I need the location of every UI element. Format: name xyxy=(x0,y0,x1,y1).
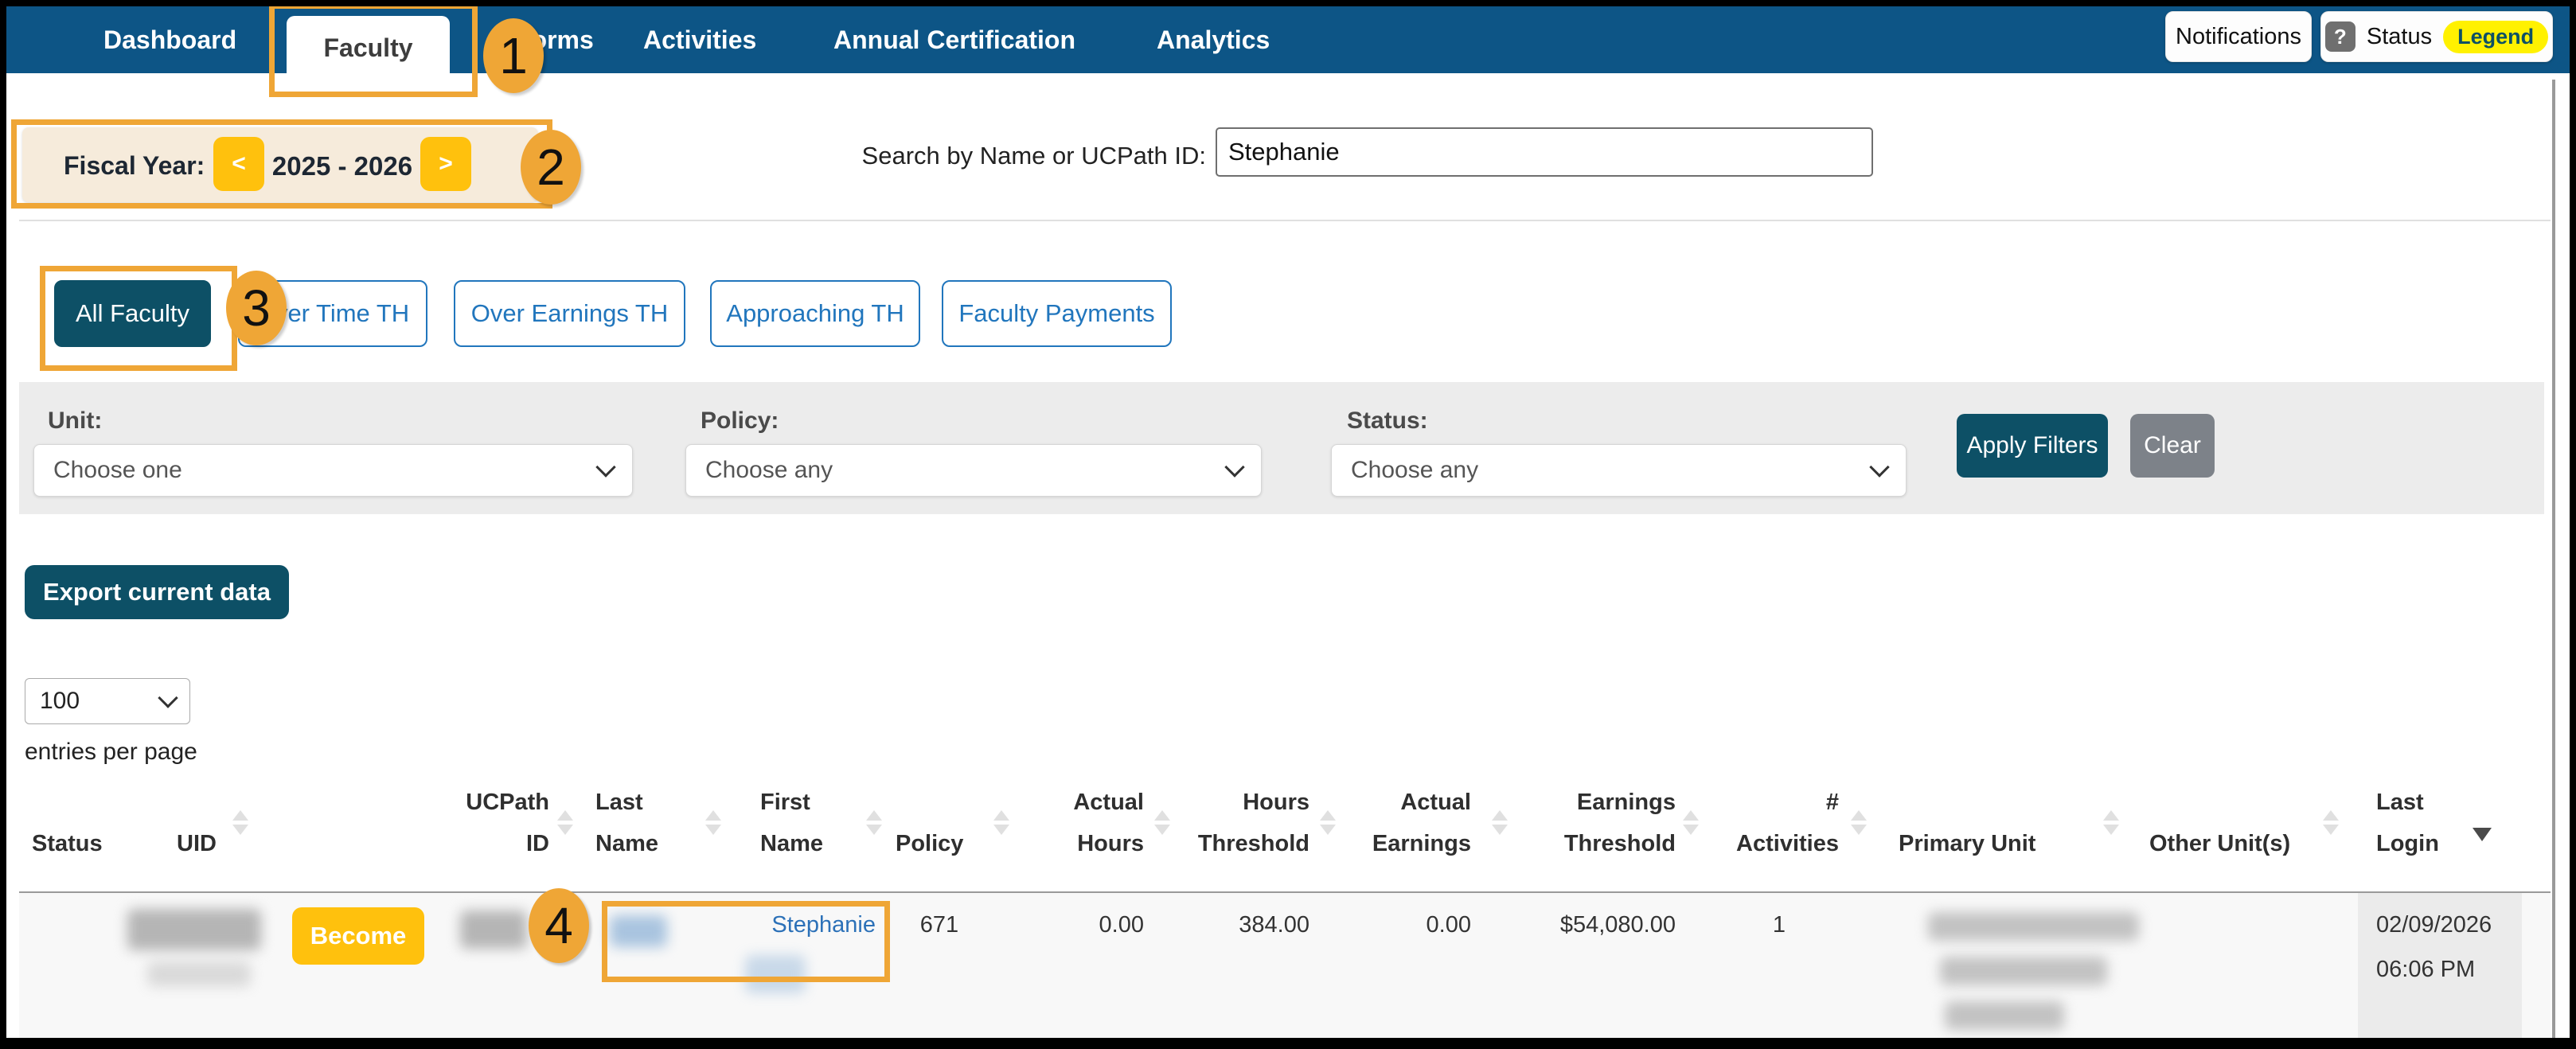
clear-filters-button[interactable]: Clear xyxy=(2130,414,2215,478)
frame-left xyxy=(0,0,6,1049)
last-login-date: 02/09/2026 xyxy=(2376,912,2492,938)
last-login-time: 06:06 PM xyxy=(2376,957,2475,983)
column-header-actual-hours[interactable]: Actual Hours xyxy=(1035,782,1144,864)
page-size-value: 100 xyxy=(40,688,80,715)
policy-filter-value: Choose any xyxy=(705,457,833,484)
app-window: Dashboard Forms Activities Annual Certif… xyxy=(0,0,2576,1049)
policy-filter-select[interactable]: Choose any xyxy=(685,444,1262,497)
search-label: Search by Name or UCPath ID: xyxy=(812,142,1206,170)
column-header-primary-unit[interactable]: Primary Unit xyxy=(1899,782,2074,864)
annotation-box-2 xyxy=(11,119,552,209)
status-filter-label: Status: xyxy=(1347,408,1428,435)
question-mark-icon: ? xyxy=(2325,21,2355,52)
sort-icon[interactable] xyxy=(1154,810,1170,835)
become-button[interactable]: Become xyxy=(292,907,424,965)
sort-icon[interactable] xyxy=(866,810,882,835)
nav-item-dashboard[interactable]: Dashboard xyxy=(103,6,236,73)
column-header-hours-threshold[interactable]: Hours Threshold xyxy=(1158,782,1309,864)
ucpath-id-redacted xyxy=(460,911,527,949)
annotation-badge-2: 2 xyxy=(521,130,581,205)
chevron-down-icon xyxy=(158,688,178,708)
notifications-label: Notifications xyxy=(2176,24,2301,50)
policy-filter-label: Policy: xyxy=(701,408,779,435)
nav-item-activities[interactable]: Activities xyxy=(643,6,756,73)
chevron-down-icon xyxy=(1224,457,1244,477)
search-input[interactable] xyxy=(1216,127,1873,177)
hours-threshold-cell: 384.00 xyxy=(1158,912,1309,938)
policy-cell: 671 xyxy=(896,912,983,938)
nav-item-annual-certification[interactable]: Annual Certification xyxy=(833,6,1075,73)
chevron-down-icon xyxy=(1869,457,1889,477)
legend-badge: Legend xyxy=(2443,21,2548,53)
sort-icon[interactable] xyxy=(232,810,248,835)
column-header-policy[interactable]: Policy xyxy=(896,782,983,864)
column-header-first-name[interactable]: First Name xyxy=(760,782,856,864)
status-label: Status xyxy=(2367,24,2432,50)
column-header-actual-earnings[interactable]: Actual Earnings xyxy=(1337,782,1471,864)
export-current-data-button[interactable]: Export current data xyxy=(25,565,289,619)
column-header-last-login[interactable]: Last Login xyxy=(2376,782,2472,864)
uid-redacted-secondary xyxy=(147,961,251,987)
unit-filter-label: Unit: xyxy=(48,408,102,435)
primary-unit-redacted-line1 xyxy=(1928,912,2139,941)
sort-icon[interactable] xyxy=(1320,810,1336,835)
unit-filter-value: Choose one xyxy=(53,457,182,484)
status-legend-button[interactable]: ? Status Legend xyxy=(2320,11,2553,62)
primary-unit-redacted-line2 xyxy=(1940,957,2107,985)
tab-over-earnings-th[interactable]: Over Earnings TH xyxy=(454,280,685,347)
annotation-badge-3: 3 xyxy=(226,271,287,345)
annotation-badge-4: 4 xyxy=(529,888,589,963)
annotation-badge-1: 1 xyxy=(483,18,544,93)
tab-faculty-payments[interactable]: Faculty Payments xyxy=(942,280,1172,347)
activities-count-cell: 1 xyxy=(1719,912,1839,938)
vertical-scrollbar[interactable] xyxy=(2552,80,2555,1038)
annotation-box-3 xyxy=(40,266,237,371)
sort-icon[interactable] xyxy=(2323,810,2339,835)
tab-approaching-th[interactable]: Approaching TH xyxy=(710,280,920,347)
actual-hours-cell: 0.00 xyxy=(1035,912,1144,938)
column-header-ucpath-id[interactable]: UCPath ID xyxy=(454,782,549,864)
annotation-box-4 xyxy=(602,901,890,982)
column-header-earnings-threshold[interactable]: Earnings Threshold xyxy=(1516,782,1676,864)
annotation-box-1 xyxy=(269,3,478,97)
column-header-last-name[interactable]: Last Name xyxy=(595,782,695,864)
sort-desc-icon[interactable] xyxy=(2473,828,2492,841)
notifications-button[interactable]: Notifications xyxy=(2165,11,2312,62)
frame-top xyxy=(0,0,2576,6)
frame-right xyxy=(2570,0,2576,1049)
sort-icon[interactable] xyxy=(1683,810,1699,835)
page-size-select[interactable]: 100 xyxy=(25,678,190,724)
primary-unit-redacted-line3 xyxy=(1945,1001,2064,1030)
status-filter-select[interactable]: Choose any xyxy=(1331,444,1907,497)
status-filter-value: Choose any xyxy=(1351,457,1478,484)
apply-filters-button[interactable]: Apply Filters xyxy=(1957,414,2108,478)
column-header-status: Status xyxy=(32,782,127,864)
frame-bottom xyxy=(0,1038,2576,1049)
uid-redacted xyxy=(127,909,261,950)
sort-icon[interactable] xyxy=(1492,810,1508,835)
sort-icon[interactable] xyxy=(2103,810,2119,835)
column-header-num-activities[interactable]: # Activities xyxy=(1719,782,1839,864)
sort-icon[interactable] xyxy=(1851,810,1867,835)
actual-earnings-cell: 0.00 xyxy=(1337,912,1471,938)
section-divider xyxy=(19,220,2551,221)
column-header-uid[interactable]: UID xyxy=(177,782,240,864)
sort-icon[interactable] xyxy=(993,810,1009,835)
earnings-threshold-cell: $54,080.00 xyxy=(1516,912,1676,938)
sort-icon[interactable] xyxy=(557,810,573,835)
column-header-other-units[interactable]: Other Unit(s) xyxy=(2149,782,2324,864)
entries-per-page-label: entries per page xyxy=(25,739,197,766)
nav-item-analytics[interactable]: Analytics xyxy=(1157,6,1270,73)
unit-filter-select[interactable]: Choose one xyxy=(33,444,633,497)
sort-icon[interactable] xyxy=(705,810,721,835)
chevron-down-icon xyxy=(595,457,615,477)
